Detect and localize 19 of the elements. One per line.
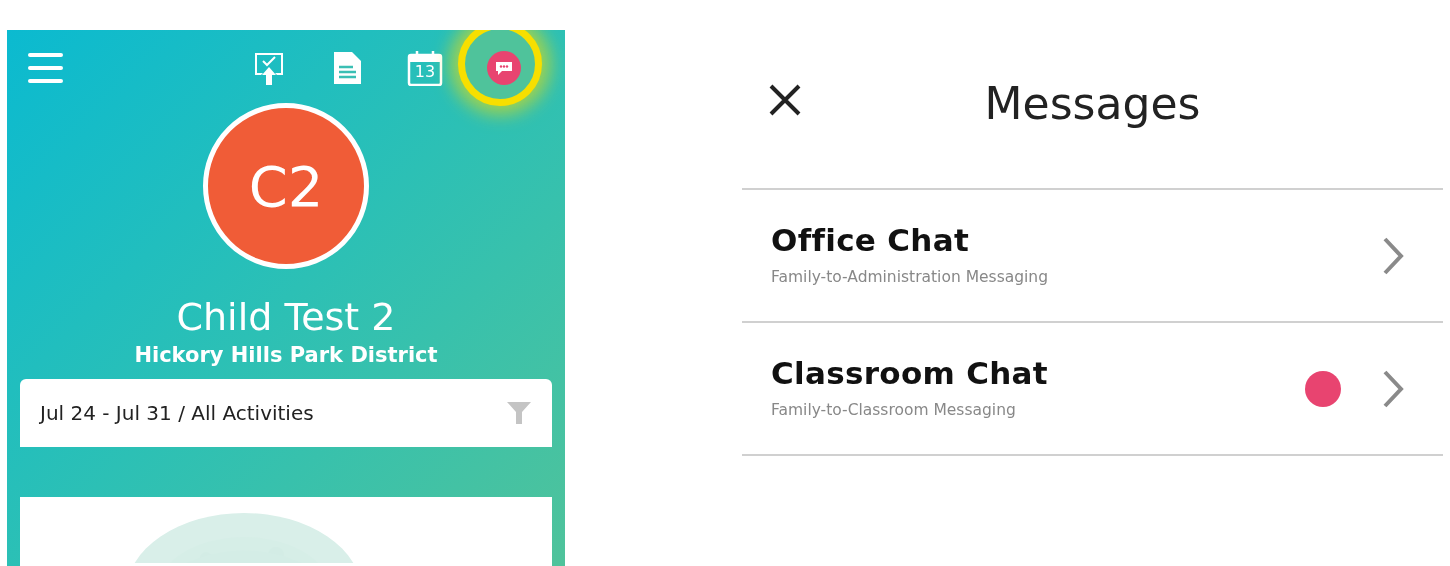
- chat-list-item[interactable]: Office Chat Family-to-Administration Messaging: [742, 190, 1443, 323]
- messages-title: Messages: [984, 78, 1201, 129]
- close-icon[interactable]: [768, 83, 802, 117]
- document-icon[interactable]: [331, 50, 363, 86]
- filter-text: Jul 24 - Jul 31 / All Activities: [40, 401, 314, 425]
- chevron-right-icon: [1381, 368, 1405, 409]
- chat-list-item[interactable]: Classroom Chat Family-to-Classroom Messaging: [742, 323, 1443, 456]
- child-name: Child Test 2: [176, 295, 396, 339]
- chat-bubble-icon[interactable]: [487, 51, 521, 85]
- filter-icon[interactable]: [506, 400, 532, 426]
- menu-icon[interactable]: [28, 53, 63, 83]
- avatar: C2: [203, 103, 369, 269]
- organization-name: Hickory Hills Park District: [134, 343, 438, 367]
- chat-title: Classroom Chat: [771, 354, 1048, 391]
- chevron-right-icon: [1381, 235, 1405, 276]
- filter-bar[interactable]: Jul 24 - Jul 31 / All Activities: [20, 379, 552, 447]
- chat-subtitle: Family-to-Classroom Messaging: [771, 400, 1017, 419]
- chat-title: Office Chat: [771, 221, 970, 258]
- chat-subtitle: Family-to-Administration Messaging: [771, 267, 1048, 286]
